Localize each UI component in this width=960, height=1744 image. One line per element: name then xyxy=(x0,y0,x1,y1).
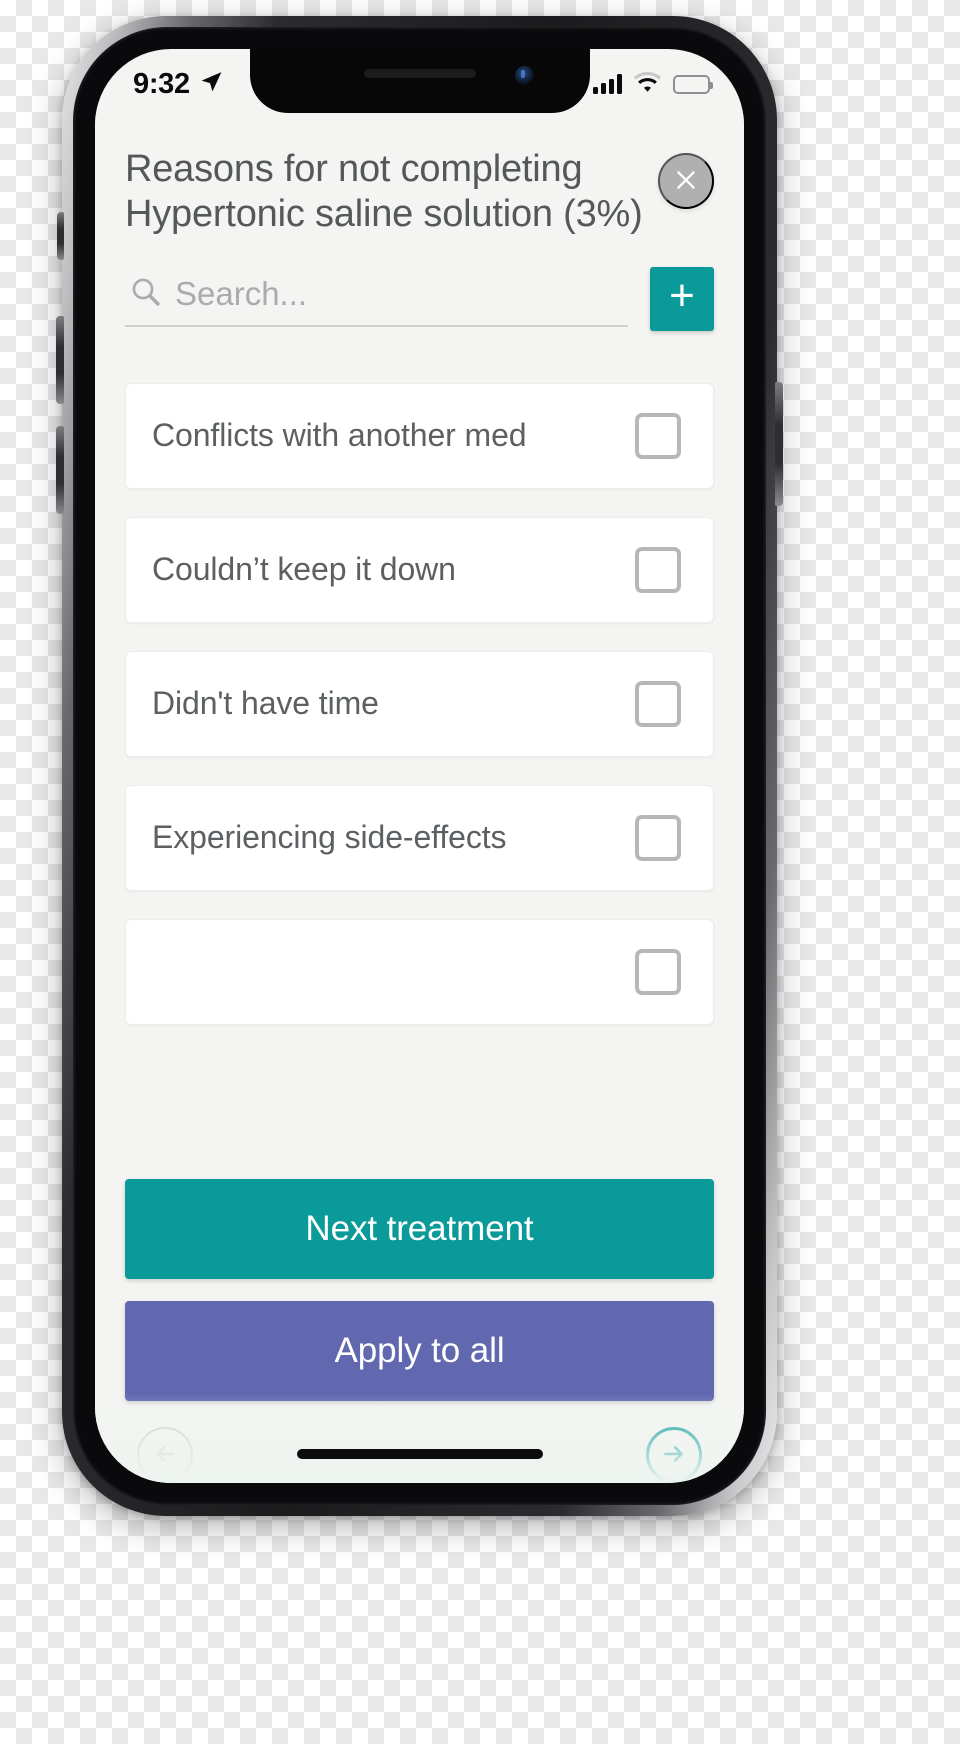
nav-forward-button[interactable] xyxy=(646,1427,702,1483)
list-item[interactable]: Didn't have time xyxy=(125,650,714,757)
bottom-nav xyxy=(95,1401,744,1483)
search-row: + xyxy=(95,237,744,331)
location-arrow-icon xyxy=(199,69,224,99)
app-content: Reasons for not completing Hypertonic sa… xyxy=(95,113,744,1483)
next-treatment-button[interactable]: Next treatment xyxy=(125,1179,714,1279)
list-item[interactable]: Couldn’t keep it down xyxy=(125,516,714,623)
reason-label: Conflicts with another med xyxy=(152,417,527,454)
close-icon xyxy=(673,167,699,196)
volume-up-button[interactable] xyxy=(56,316,64,404)
apply-to-all-button[interactable]: Apply to all xyxy=(125,1301,714,1401)
reason-label: Experiencing side-effects xyxy=(152,819,507,856)
arrow-right-circle-icon xyxy=(661,1441,687,1470)
reason-checkbox[interactable] xyxy=(635,814,681,861)
reason-checkbox[interactable] xyxy=(635,680,681,727)
notch xyxy=(249,49,590,113)
search-field[interactable] xyxy=(125,271,628,327)
list-item[interactable]: Conflicts with another med xyxy=(125,382,714,489)
home-indicator[interactable] xyxy=(296,1449,543,1459)
reasons-list: Conflicts with another med Couldn’t keep… xyxy=(95,382,744,1157)
modal-header: Reasons for not completing Hypertonic sa… xyxy=(95,113,744,237)
list-item[interactable] xyxy=(125,918,714,1025)
reason-checkbox[interactable] xyxy=(635,546,681,593)
reason-checkbox[interactable] xyxy=(635,412,681,459)
device-bezel: 9:32 Reasons for not completing Hyperton… xyxy=(73,27,766,1505)
wifi-icon xyxy=(633,71,662,98)
arrow-left-circle-icon xyxy=(152,1441,178,1470)
battery-icon xyxy=(673,74,713,94)
volume-down-button[interactable] xyxy=(56,426,64,514)
action-buttons: Next treatment Apply to all xyxy=(95,1157,744,1401)
status-bar-left: 9:32 xyxy=(133,68,224,101)
phone-device-frame: 9:32 Reasons for not completing Hyperton… xyxy=(56,16,783,1516)
earpiece-speaker-icon xyxy=(363,69,476,78)
device-screen: 9:32 Reasons for not completing Hyperton… xyxy=(95,49,744,1483)
nav-back-button[interactable] xyxy=(137,1427,193,1483)
search-input[interactable] xyxy=(175,274,624,313)
reason-checkbox[interactable] xyxy=(635,948,681,995)
cellular-signal-icon xyxy=(593,74,622,94)
search-icon xyxy=(129,275,162,313)
silent-switch-button[interactable] xyxy=(57,212,64,260)
reason-label: Didn't have time xyxy=(152,685,379,722)
front-camera-icon xyxy=(514,66,534,85)
add-reason-button[interactable]: + xyxy=(650,266,714,331)
reason-label: Couldn’t keep it down xyxy=(152,551,456,588)
page-title: Reasons for not completing Hypertonic sa… xyxy=(125,148,643,235)
status-bar-right xyxy=(593,71,713,98)
power-button[interactable] xyxy=(775,382,783,506)
close-button[interactable] xyxy=(658,153,714,209)
status-time: 9:32 xyxy=(133,67,190,100)
list-item[interactable]: Experiencing side-effects xyxy=(125,784,714,891)
